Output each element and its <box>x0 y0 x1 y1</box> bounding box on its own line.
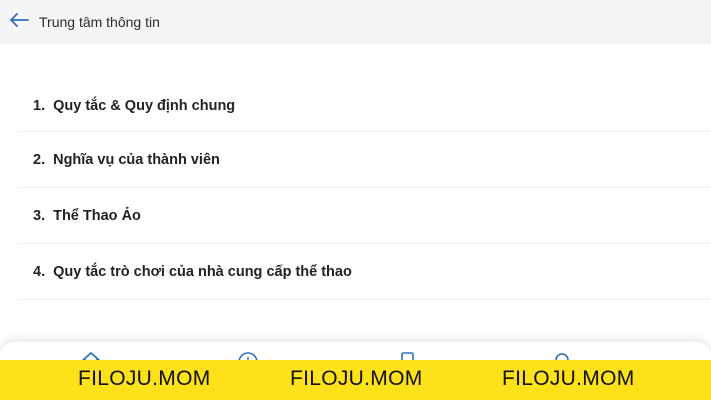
list-item-provider-game-rules[interactable]: 4. Quy tắc trò chơi của nhà cung cấp thể… <box>18 244 711 300</box>
item-number: 3. <box>33 207 46 224</box>
item-label: Quy tắc & Quy định chung <box>53 97 236 114</box>
item-number: 2. <box>33 151 46 168</box>
list-item-general-rules[interactable]: 1. Quy tắc & Quy định chung <box>18 80 711 132</box>
watermark-banner: FILOJU.MOM FILOJU.MOM FILOJU.MOM <box>0 360 711 400</box>
item-label: Quy tắc trò chơi của nhà cung cấp thể th… <box>53 263 352 280</box>
item-label: Thể Thao Ảo <box>53 207 141 224</box>
back-button[interactable] <box>8 11 30 33</box>
watermark-text: FILOJU.MOM <box>502 367 635 390</box>
arrow-left-icon <box>9 12 29 32</box>
info-list: 1. Quy tắc & Quy định chung 2. Nghĩa vụ … <box>18 80 711 300</box>
item-label: Nghĩa vụ của thành viên <box>53 151 220 168</box>
top-bar: Trung tâm thông tin <box>0 0 711 44</box>
item-number: 1. <box>33 97 46 114</box>
item-number: 4. <box>33 263 46 280</box>
watermark-text: FILOJU.MOM <box>290 367 423 390</box>
page-title: Trung tâm thông tin <box>39 14 160 30</box>
list-item-virtual-sports[interactable]: 3. Thể Thao Ảo <box>18 188 711 244</box>
watermark-text: FILOJU.MOM <box>78 367 211 390</box>
list-item-member-obligations[interactable]: 2. Nghĩa vụ của thành viên <box>18 132 711 188</box>
